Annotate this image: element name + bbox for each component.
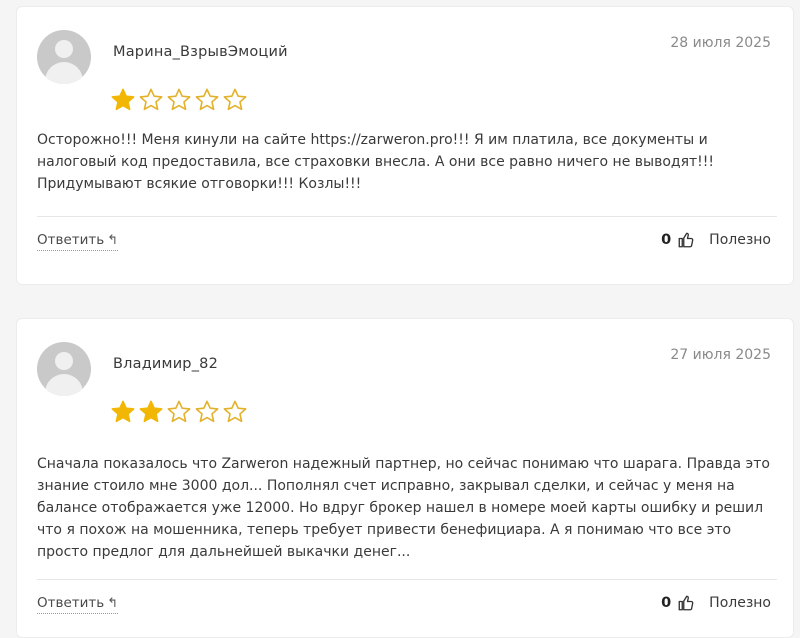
review-date: 28 июля 2025: [670, 35, 771, 51]
divider: [37, 579, 777, 580]
review-text: Осторожно!!! Меня кинули на сайте https:…: [37, 132, 714, 192]
reply-button[interactable]: Ответить ↰: [37, 595, 119, 614]
useful-button[interactable]: Полезно: [709, 595, 771, 611]
review-text: Сначала показалось что Zarweron надежный…: [37, 456, 770, 560]
star-rating: [110, 399, 250, 427]
thumbs-up-icon[interactable]: [677, 231, 695, 249]
thumbs-up-icon[interactable]: [677, 594, 695, 612]
review-card: Марина_ВзрывЭмоций 28 июля 2025 Осторожн…: [16, 6, 794, 285]
star-rating: [110, 87, 250, 115]
review-author: Марина_ВзрывЭмоций: [113, 44, 288, 60]
avatar: [37, 30, 91, 84]
star-empty-icon: [166, 399, 192, 425]
review-card: Владимир_82 27 июля 2025 Сначала показал…: [16, 318, 794, 638]
star-filled-icon: [110, 87, 136, 113]
star-empty-icon: [166, 87, 192, 113]
reply-label: Ответить: [37, 232, 105, 248]
useful-button[interactable]: Полезно: [709, 232, 771, 248]
review-date: 27 июля 2025: [670, 347, 771, 363]
reply-arrow-icon: ↰: [107, 233, 119, 248]
star-empty-icon: [222, 399, 248, 425]
reply-label: Ответить: [37, 595, 105, 611]
likes-count: 0: [661, 232, 672, 248]
star-filled-icon: [110, 399, 136, 425]
review-author: Владимир_82: [113, 356, 219, 372]
star-empty-icon: [222, 87, 248, 113]
reply-arrow-icon: ↰: [107, 596, 119, 611]
star-filled-icon: [138, 399, 164, 425]
star-empty-icon: [138, 87, 164, 113]
likes-count: 0: [661, 595, 672, 611]
star-empty-icon: [194, 87, 220, 113]
avatar: [37, 342, 91, 396]
useful-block: 0 Полезно: [661, 594, 771, 612]
divider: [37, 216, 777, 217]
reply-button[interactable]: Ответить ↰: [37, 232, 119, 251]
useful-block: 0 Полезно: [661, 231, 771, 249]
star-empty-icon: [194, 399, 220, 425]
